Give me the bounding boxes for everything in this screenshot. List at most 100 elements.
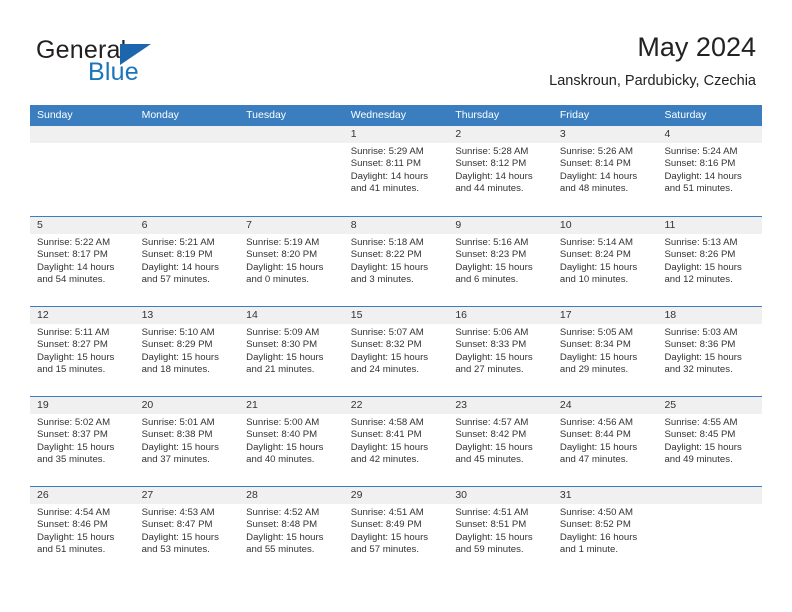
day-cell[interactable] — [30, 126, 135, 216]
sunrise-text: Sunrise: 4:52 AM — [246, 507, 320, 518]
day-info: Sunrise: 5:05 AM Sunset: 8:34 PM Dayligh… — [560, 327, 654, 376]
day-number: 13 — [141, 309, 154, 321]
day-number: 4 — [664, 128, 671, 140]
sunrise-text: Sunrise: 4:50 AM — [559, 507, 633, 518]
day-cell[interactable]: 19 Sunrise: 5:02 AM Sunset: 8:37 PM Dayl… — [30, 397, 135, 486]
day-number: 15 — [350, 309, 363, 321]
sunset-text: Sunset: 8:20 PM — [246, 249, 318, 261]
day-cell[interactable]: 25 Sunrise: 4:55 AM Sunset: 8:45 PM Dayl… — [657, 397, 762, 486]
day-cell[interactable]: 20 Sunrise: 5:01 AM Sunset: 8:38 PM Dayl… — [135, 397, 240, 486]
week-row: 19 Sunrise: 5:02 AM Sunset: 8:37 PM Dayl… — [30, 396, 762, 486]
day-cell[interactable]: 10 Sunrise: 5:14 AM Sunset: 8:24 PM Dayl… — [553, 217, 658, 306]
daylight-text-line2: and 6 minutes. — [455, 273, 519, 285]
day-cell[interactable]: 4 Sunrise: 5:24 AM Sunset: 8:16 PM Dayli… — [657, 126, 762, 216]
day-info: Sunrise: 5:01 AM Sunset: 8:38 PM Dayligh… — [142, 417, 236, 466]
weekday-wednesday: Wednesday — [350, 109, 406, 121]
sunset-text: Sunset: 8:17 PM — [37, 249, 108, 261]
page-header: General Blue May 2024 Lanskroun, Pardubi… — [0, 0, 792, 104]
day-info: Sunrise: 4:50 AM Sunset: 8:52 PM Dayligh… — [560, 507, 654, 556]
sunrise-text: Sunrise: 5:14 AM — [559, 237, 633, 248]
sunset-text: Sunset: 8:14 PM — [559, 158, 631, 170]
day-info: Sunrise: 5:10 AM Sunset: 8:29 PM Dayligh… — [142, 327, 236, 376]
brand-logo[interactable]: General Blue — [36, 36, 266, 90]
sunset-text: Sunset: 8:44 PM — [559, 429, 631, 441]
weekday-header-row: Sunday Monday Tuesday Wednesday Thursday… — [30, 105, 762, 126]
day-info: Sunrise: 5:16 AM Sunset: 8:23 PM Dayligh… — [455, 237, 549, 286]
day-cell[interactable]: 2 Sunrise: 5:28 AM Sunset: 8:12 PM Dayli… — [448, 126, 553, 216]
day-cell[interactable]: 14 Sunrise: 5:09 AM Sunset: 8:30 PM Dayl… — [239, 307, 344, 396]
day-cell[interactable]: 23 Sunrise: 4:57 AM Sunset: 8:42 PM Dayl… — [448, 397, 553, 486]
day-cell[interactable]: 27 Sunrise: 4:53 AM Sunset: 8:47 PM Dayl… — [135, 487, 240, 576]
day-info: Sunrise: 5:28 AM Sunset: 8:12 PM Dayligh… — [455, 146, 549, 195]
week-row: 26 Sunrise: 4:54 AM Sunset: 8:46 PM Dayl… — [30, 486, 762, 576]
day-info: Sunrise: 5:18 AM Sunset: 8:22 PM Dayligh… — [351, 237, 445, 286]
day-info: Sunrise: 5:29 AM Sunset: 8:11 PM Dayligh… — [351, 146, 445, 195]
daylight-text-line2: and 32 minutes. — [664, 363, 733, 375]
day-cell[interactable] — [657, 487, 762, 576]
daylight-text-line1: Daylight: 15 hours — [350, 351, 429, 363]
day-cell[interactable]: 21 Sunrise: 5:00 AM Sunset: 8:40 PM Dayl… — [239, 397, 344, 486]
sunrise-text: Sunrise: 5:06 AM — [455, 327, 529, 338]
daylight-text-line2: and 1 minute. — [559, 543, 619, 555]
daylight-text-line1: Daylight: 15 hours — [350, 531, 429, 543]
day-number: 30 — [455, 489, 467, 501]
week-row: 12 Sunrise: 5:11 AM Sunset: 8:27 PM Dayl… — [30, 306, 762, 396]
day-cell[interactable]: 12 Sunrise: 5:11 AM Sunset: 8:27 PM Dayl… — [30, 307, 135, 396]
daylight-text-line2: and 55 minutes. — [246, 543, 315, 555]
day-cell[interactable]: 18 Sunrise: 5:03 AM Sunset: 8:36 PM Dayl… — [657, 307, 762, 396]
day-cell[interactable]: 30 Sunrise: 4:51 AM Sunset: 8:51 PM Dayl… — [448, 487, 553, 576]
day-info: Sunrise: 5:00 AM Sunset: 8:40 PM Dayligh… — [246, 417, 340, 466]
day-cell[interactable]: 3 Sunrise: 5:26 AM Sunset: 8:14 PM Dayli… — [553, 126, 658, 216]
daylight-text-line2: and 35 minutes. — [37, 453, 106, 465]
day-cell[interactable]: 8 Sunrise: 5:18 AM Sunset: 8:22 PM Dayli… — [344, 217, 449, 306]
sunset-text: Sunset: 8:37 PM — [37, 429, 108, 441]
day-cell[interactable]: 7 Sunrise: 5:19 AM Sunset: 8:20 PM Dayli… — [239, 217, 344, 306]
sunset-text: Sunset: 8:34 PM — [559, 339, 631, 351]
daylight-text-line1: Daylight: 14 hours — [559, 170, 638, 182]
day-info: Sunrise: 4:55 AM Sunset: 8:45 PM Dayligh… — [664, 417, 758, 466]
daylight-text-line2: and 44 minutes. — [455, 182, 524, 194]
day-cell[interactable]: 22 Sunrise: 4:58 AM Sunset: 8:41 PM Dayl… — [344, 397, 449, 486]
daylight-text-line2: and 45 minutes. — [455, 453, 524, 465]
daylight-text-line1: Daylight: 14 hours — [141, 261, 219, 273]
day-cell[interactable]: 13 Sunrise: 5:10 AM Sunset: 8:29 PM Dayl… — [135, 307, 240, 396]
page-subtitle: Lanskroun, Pardubicky, Czechia — [549, 73, 756, 89]
daylight-text-line1: Daylight: 15 hours — [141, 351, 219, 363]
daylight-text-line2: and 27 minutes. — [455, 363, 524, 375]
day-info: Sunrise: 5:13 AM Sunset: 8:26 PM Dayligh… — [664, 237, 758, 286]
day-cell[interactable]: 5 Sunrise: 5:22 AM Sunset: 8:17 PM Dayli… — [30, 217, 135, 306]
daylight-text-line2: and 41 minutes. — [350, 182, 420, 194]
sunrise-text: Sunrise: 5:22 AM — [37, 237, 111, 248]
day-cell[interactable]: 28 Sunrise: 4:52 AM Sunset: 8:48 PM Dayl… — [239, 487, 344, 576]
day-info: Sunrise: 4:52 AM Sunset: 8:48 PM Dayligh… — [246, 507, 340, 556]
day-cell[interactable]: 29 Sunrise: 4:51 AM Sunset: 8:49 PM Dayl… — [344, 487, 449, 576]
day-number: 18 — [664, 309, 677, 321]
day-cell[interactable]: 31 Sunrise: 4:50 AM Sunset: 8:52 PM Dayl… — [553, 487, 658, 576]
day-info: Sunrise: 5:09 AM Sunset: 8:30 PM Dayligh… — [246, 327, 340, 376]
day-number: 24 — [559, 399, 572, 411]
daylight-text-line2: and 59 minutes. — [455, 543, 524, 555]
day-cell[interactable]: 6 Sunrise: 5:21 AM Sunset: 8:19 PM Dayli… — [135, 217, 240, 306]
daylight-text-line2: and 51 minutes. — [37, 543, 106, 555]
day-cell[interactable]: 9 Sunrise: 5:16 AM Sunset: 8:23 PM Dayli… — [448, 217, 553, 306]
daylight-text-line2: and 57 minutes. — [350, 543, 420, 555]
day-cell[interactable]: 26 Sunrise: 4:54 AM Sunset: 8:46 PM Dayl… — [30, 487, 135, 576]
daylight-text-line2: and 54 minutes. — [37, 273, 106, 285]
daylight-text-line2: and 18 minutes. — [141, 363, 210, 375]
sunrise-text: Sunrise: 5:00 AM — [246, 417, 320, 428]
daylight-text-line2: and 3 minutes. — [350, 273, 414, 285]
day-cell[interactable] — [239, 126, 344, 216]
day-cell[interactable]: 11 Sunrise: 5:13 AM Sunset: 8:26 PM Dayl… — [657, 217, 762, 306]
day-cell[interactable]: 15 Sunrise: 5:07 AM Sunset: 8:32 PM Dayl… — [344, 307, 449, 396]
day-info: Sunrise: 4:51 AM Sunset: 8:51 PM Dayligh… — [455, 507, 549, 556]
day-cell[interactable]: 24 Sunrise: 4:56 AM Sunset: 8:44 PM Dayl… — [553, 397, 658, 486]
day-cell[interactable] — [135, 126, 240, 216]
day-cell[interactable]: 1 Sunrise: 5:29 AM Sunset: 8:11 PM Dayli… — [344, 126, 449, 216]
day-number: 31 — [559, 489, 572, 501]
day-cell[interactable]: 17 Sunrise: 5:05 AM Sunset: 8:34 PM Dayl… — [553, 307, 658, 396]
daylight-text-line1: Daylight: 15 hours — [141, 531, 219, 543]
day-cell[interactable]: 16 Sunrise: 5:06 AM Sunset: 8:33 PM Dayl… — [448, 307, 553, 396]
sunrise-text: Sunrise: 5:28 AM — [455, 146, 529, 157]
day-info: Sunrise: 4:57 AM Sunset: 8:42 PM Dayligh… — [455, 417, 549, 466]
day-info: Sunrise: 5:02 AM Sunset: 8:37 PM Dayligh… — [37, 417, 131, 466]
